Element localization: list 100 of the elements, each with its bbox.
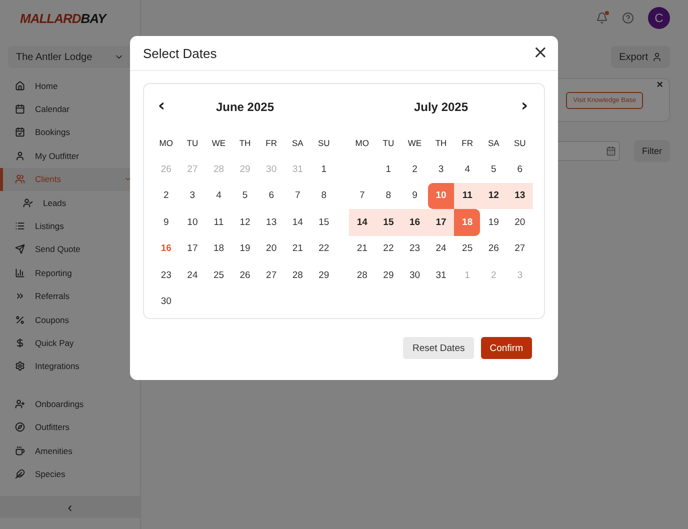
next-month-button[interactable]: › [520, 96, 528, 116]
calendar-day[interactable]: 26 [232, 262, 258, 288]
weekday-label: TU [382, 137, 396, 150]
lodge-select[interactable]: The Antler Lodge [8, 46, 132, 68]
calendar-day[interactable]: 29 [310, 262, 338, 288]
calendar-day[interactable]: 7 [349, 182, 376, 210]
calendar-day[interactable]: 1 [310, 156, 338, 183]
calendar-day[interactable]: 8 [375, 182, 402, 210]
weekday-label: FR [264, 137, 278, 150]
calendar-day[interactable]: 13 [258, 209, 284, 236]
sidebar-item[interactable]: Listings [0, 214, 140, 238]
calendar-day[interactable]: 27 [506, 236, 534, 262]
calendar-day[interactable]: 31 [428, 262, 454, 288]
calendar-day[interactable]: 29 [375, 262, 402, 288]
sidebar-item[interactable]: Amenities [0, 438, 140, 462]
calendar-day[interactable]: 20 [506, 209, 534, 236]
month-title: June 2025 [216, 100, 274, 114]
logo: MALLARDBAY [19, 10, 108, 28]
calendar-day[interactable]: 23 [153, 262, 180, 288]
sidebar-item[interactable]: Coupons [0, 308, 140, 332]
calendar-day[interactable]: 17 [179, 236, 206, 262]
calendar-day[interactable]: 20 [258, 236, 284, 262]
sidebar-item[interactable]: Quick Pay [0, 331, 140, 355]
avatar[interactable]: C [648, 7, 670, 29]
calendar-day[interactable]: 6 [258, 182, 284, 210]
calendar-day[interactable]: 16 [153, 236, 180, 262]
calendar-day[interactable]: 24 [179, 262, 206, 288]
calendar-day[interactable]: 14 [349, 209, 376, 236]
sidebar-item[interactable]: My Outfitter [0, 144, 140, 168]
calendar-day[interactable]: 19 [232, 236, 258, 262]
calendar-day[interactable]: 30 [153, 288, 180, 315]
bar-chart-icon [15, 268, 25, 278]
previous-month-button[interactable]: ‹ [158, 96, 166, 116]
calendar-day[interactable]: 26 [480, 236, 507, 262]
calendar-day[interactable]: 25 [206, 262, 232, 288]
calendar-day[interactable]: 17 [428, 209, 454, 236]
calendar-day[interactable]: 2 [153, 182, 180, 210]
weekday-label: SA [486, 137, 500, 150]
calendar-day[interactable]: 11 [454, 182, 480, 210]
calendar-day[interactable]: 9 [402, 182, 428, 210]
calendar-day[interactable]: 2 [402, 156, 428, 183]
sidebar-item[interactable]: Outfitters [0, 415, 140, 439]
collapse-button[interactable]: ‹ [0, 496, 140, 518]
calendar-day[interactable]: 27 [258, 262, 284, 288]
filter-button[interactable]: Filter [634, 140, 670, 162]
user-icon [15, 150, 25, 161]
sidebar-item[interactable]: Leads [0, 190, 140, 214]
calendar-day[interactable]: 23 [402, 236, 428, 262]
calendar-day[interactable]: 28 [284, 262, 311, 288]
export-button[interactable]: Export [611, 46, 670, 68]
weekday-label: TH [434, 137, 448, 150]
calendar-day[interactable]: 16 [402, 209, 428, 236]
calendar-day[interactable]: 14 [284, 209, 311, 236]
calendar-day[interactable]: 9 [153, 209, 180, 236]
calendar-day[interactable]: 18 [206, 236, 232, 262]
bell-icon[interactable] [596, 12, 608, 24]
calendar-day[interactable]: 5 [232, 182, 258, 210]
help-icon[interactable] [622, 12, 634, 24]
calendar-day[interactable]: 15 [310, 209, 338, 236]
calendar-day[interactable]: 12 [480, 182, 507, 210]
calendar-day[interactable]: 4 [454, 156, 480, 183]
calendar-day[interactable]: 22 [375, 236, 402, 262]
calendar-day[interactable]: 22 [310, 236, 338, 262]
calendar-day[interactable]: 3 [428, 156, 454, 183]
confirm-button[interactable]: Confirm [480, 337, 532, 359]
calendar-day[interactable]: 3 [179, 182, 206, 210]
sidebar-item[interactable]: Onboardings [0, 392, 140, 416]
calendar-day[interactable]: 19 [480, 209, 507, 236]
calendar-day[interactable]: 21 [349, 236, 376, 262]
calendar-day[interactable]: 4 [206, 182, 232, 210]
calendar-day[interactable]: 8 [310, 182, 338, 210]
sidebar-item[interactable]: Referrals [0, 284, 140, 308]
calendar-day[interactable]: 28 [349, 262, 376, 288]
calendar-day[interactable]: 24 [428, 236, 454, 262]
calendar-day[interactable]: 15 [375, 209, 402, 236]
month-title: July 2025 [414, 100, 468, 114]
sidebar-item[interactable]: Calendar [0, 97, 140, 121]
sidebar-item[interactable]: Integrations [0, 354, 140, 378]
calendar-day[interactable]: 5 [480, 156, 507, 183]
calendar-day[interactable]: 1 [375, 156, 402, 183]
calendar-day[interactable]: 30 [402, 262, 428, 288]
calendar-day[interactable]: 11 [206, 209, 232, 236]
sidebar-item[interactable]: Bookings [0, 120, 140, 144]
list-icon [15, 221, 25, 232]
calendar-day[interactable]: 12 [232, 209, 258, 236]
calendar-day[interactable]: 6 [506, 156, 534, 183]
close-button[interactable]: × [656, 79, 663, 91]
compass-icon [15, 422, 25, 432]
cup-icon [15, 446, 25, 456]
sidebar-item[interactable]: Home [0, 74, 140, 98]
sidebar-item[interactable]: Reporting [0, 261, 140, 285]
calendar-day[interactable]: 21 [284, 236, 311, 262]
calendar-day[interactable]: 25 [454, 236, 480, 262]
calendar-day[interactable]: 10 [179, 209, 206, 236]
close-button[interactable]: × [532, 44, 548, 62]
reset-button[interactable]: Reset Dates [403, 337, 474, 359]
sidebar-item[interactable]: Send Quote [0, 238, 140, 262]
calendar-day[interactable]: 7 [284, 182, 311, 210]
calendar-day[interactable]: 13 [506, 182, 534, 210]
sidebar-item[interactable]: Species [0, 462, 140, 486]
